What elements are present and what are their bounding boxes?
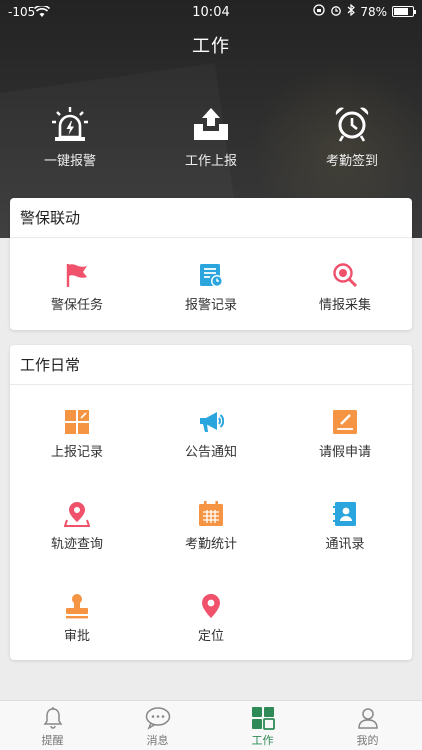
status-bar: -105 10:04 78%: [0, 0, 422, 24]
tab-profile[interactable]: 我的: [315, 706, 420, 748]
battery-percent: 78%: [360, 4, 387, 19]
alarm-label: 一键报警: [43, 154, 96, 169]
calendar-icon: [144, 501, 278, 527]
rotation-lock-icon: [313, 4, 325, 19]
work-report-button[interactable]: 工作上报: [141, 106, 281, 169]
report-history-button[interactable]: 上报记录: [10, 409, 144, 460]
chat-icon: [105, 706, 210, 730]
report-record-icon: [144, 262, 278, 288]
tab-work-label: 工作: [251, 734, 274, 747]
attendance-stats-button[interactable]: 考勤统计: [144, 501, 278, 552]
page-title: 工作: [192, 36, 230, 57]
security-task-label: 警保任务: [50, 298, 103, 313]
megaphone-icon: [144, 409, 278, 435]
work-report-label: 工作上报: [184, 154, 237, 169]
announcement-label: 公告通知: [184, 445, 237, 460]
contacts-icon: [278, 501, 412, 527]
contacts-label: 通讯录: [325, 537, 365, 552]
tab-work[interactable]: 工作: [210, 706, 315, 748]
stamp-icon: [10, 593, 144, 619]
security-task-button[interactable]: 警保任务: [10, 262, 144, 313]
battery-icon: [392, 6, 416, 17]
tab-profile-label: 我的: [356, 734, 379, 747]
profile-icon: [315, 706, 420, 730]
attendance-checkin-label: 考勤签到: [325, 154, 378, 169]
daily-work-title: 工作日常: [10, 345, 412, 385]
flag-icon: [10, 262, 144, 288]
leave-form-icon: [278, 409, 412, 435]
work-grid-icon: [210, 706, 315, 730]
location-button[interactable]: 定位: [144, 593, 278, 644]
tab-messages[interactable]: 消息: [105, 706, 210, 748]
upload-tray-icon: [141, 106, 281, 142]
search-icon: [278, 262, 412, 288]
leave-request-label: 请假申请: [318, 445, 371, 460]
intel-collection-label: 情报采集: [318, 298, 371, 313]
bluetooth-icon: [347, 3, 356, 19]
track-query-button[interactable]: 轨迹查询: [10, 501, 144, 552]
alarm-record-label: 报警记录: [184, 298, 237, 313]
alarm-record-button[interactable]: 报警记录: [144, 262, 278, 313]
alarm-status-icon: [330, 4, 342, 19]
security-linkage-title: 警保联动: [10, 198, 412, 238]
report-history-label: 上报记录: [50, 445, 103, 460]
announcement-button[interactable]: 公告通知: [144, 409, 278, 460]
attendance-stats-label: 考勤统计: [184, 537, 237, 552]
tab-reminders[interactable]: 提醒: [0, 706, 105, 748]
security-linkage-card: 警保联动 警保任务 报警记录 情报采集: [10, 198, 412, 330]
alarm-clock-icon: [282, 106, 422, 142]
approval-button[interactable]: 审批: [10, 593, 144, 644]
report-grid-icon: [10, 409, 144, 435]
tab-messages-label: 消息: [146, 734, 169, 747]
track-query-label: 轨迹查询: [50, 537, 103, 552]
intel-collection-button[interactable]: 情报采集: [278, 262, 412, 313]
alarm-button[interactable]: 一键报警: [0, 106, 140, 169]
approval-label: 审批: [63, 629, 90, 644]
track-location-icon: [10, 501, 144, 527]
bell-icon: [0, 706, 105, 730]
location-pin-icon: [144, 593, 278, 619]
contacts-button[interactable]: 通讯录: [278, 501, 412, 552]
bottom-tab-bar: 提醒 消息 工作 我的: [0, 700, 422, 750]
daily-work-card: 工作日常 上报记录 公告通知 请假申请 轨迹查询 考勤统计 通讯录 审批 定位: [10, 345, 412, 660]
alarm-light-icon: [0, 106, 140, 142]
attendance-checkin-button[interactable]: 考勤签到: [282, 106, 422, 169]
location-label: 定位: [197, 629, 224, 644]
tab-reminders-label: 提醒: [41, 734, 64, 747]
leave-request-button[interactable]: 请假申请: [278, 409, 412, 460]
